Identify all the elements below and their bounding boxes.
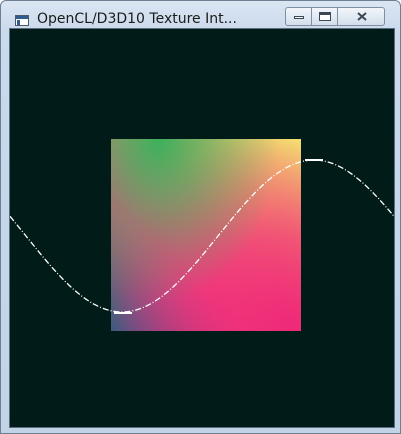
minimize-button[interactable] <box>285 7 312 26</box>
sine-wave-line <box>10 159 394 314</box>
close-button[interactable] <box>337 7 385 26</box>
app-window: OpenCL/D3D10 Texture Int... <box>0 0 401 434</box>
close-icon <box>357 12 367 21</box>
minimize-icon <box>294 16 304 19</box>
window-title: OpenCL/D3D10 Texture Int... <box>37 11 237 27</box>
render-viewport[interactable] <box>9 28 395 428</box>
maximize-icon <box>319 12 331 21</box>
app-window-icon[interactable] <box>15 15 29 26</box>
maximize-button[interactable] <box>311 7 338 26</box>
